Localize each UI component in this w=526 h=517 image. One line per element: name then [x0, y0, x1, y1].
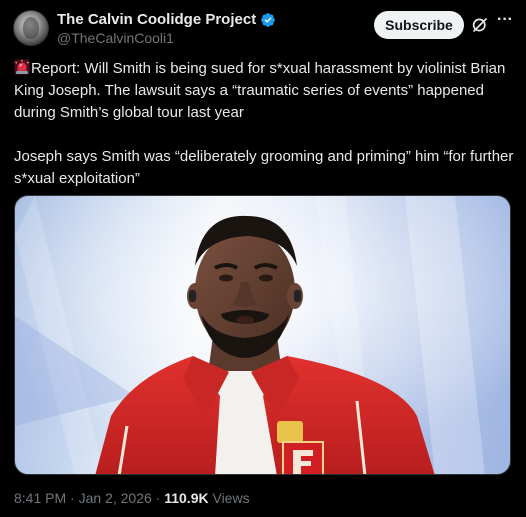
tweet-media-photo[interactable]	[14, 195, 511, 475]
views-label: Views	[212, 490, 250, 506]
tweet-meta: 8:41 PM · Jan 2, 2026 · 110.9K Views	[14, 490, 250, 506]
tweet-paragraph-1-text: Report: Will Smith is being sued for s*x…	[14, 60, 506, 121]
views-count[interactable]: 110.9K	[164, 490, 208, 506]
meta-separator: ·	[155, 490, 161, 506]
tweet-header: The Calvin Coolidge Project @TheCalvinCo…	[13, 9, 513, 49]
display-name[interactable]: The Calvin Coolidge Project	[57, 11, 256, 28]
siren-icon	[14, 59, 30, 75]
meta-separator: ·	[70, 490, 75, 506]
handle[interactable]: @TheCalvinCooli1	[57, 30, 174, 46]
tweet-time[interactable]: 8:41 PM	[14, 490, 66, 506]
tweet-paragraph-2: Joseph says Smith was “deliberately groo…	[14, 148, 514, 187]
photo-illustration	[15, 196, 510, 474]
name-row: The Calvin Coolidge Project	[57, 11, 276, 28]
tweet-paragraph-1: Report: Will Smith is being sued for s*x…	[14, 58, 514, 124]
avatar[interactable]	[13, 10, 49, 46]
subscribe-button[interactable]: Subscribe	[374, 11, 464, 39]
tweet-text: Report: Will Smith is being sued for s*x…	[14, 58, 514, 190]
tweet-date[interactable]: Jan 2, 2026	[79, 490, 152, 506]
grok-icon[interactable]	[471, 16, 489, 34]
more-options-icon[interactable]: ···	[495, 12, 515, 33]
verified-badge-icon	[261, 12, 276, 27]
